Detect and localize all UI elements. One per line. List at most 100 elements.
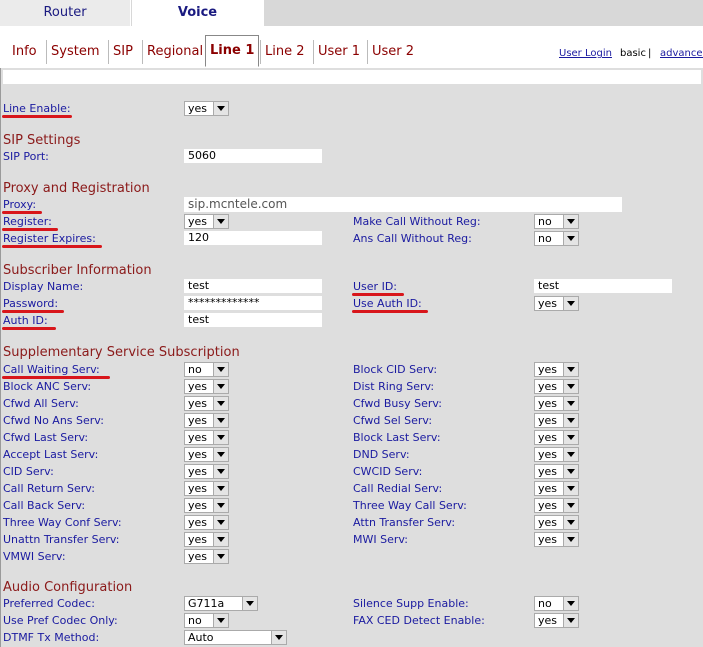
tab-user-2[interactable]: User 2: [367, 40, 418, 64]
dtmf-tx-method-select[interactable]: Auto: [184, 630, 287, 645]
supp-right-value: yes: [538, 414, 558, 427]
tab-line-1[interactable]: Line 1: [205, 35, 260, 67]
supp-right-select[interactable]: yes: [534, 532, 579, 547]
ans-call-without-reg-select[interactable]: no: [534, 231, 579, 246]
supp-left-select[interactable]: no: [184, 362, 229, 377]
annotation-underline: [352, 293, 404, 296]
tab-voice[interactable]: Voice: [132, 0, 264, 27]
supp-left-select[interactable]: yes: [184, 549, 229, 564]
supp-right-value: yes: [538, 380, 558, 393]
tab-line-2[interactable]: Line 2: [260, 40, 309, 64]
make-call-without-reg-label: Make Call Without Reg:: [353, 215, 481, 228]
supp-left-label: Cfwd Last Serv:: [3, 431, 89, 444]
tab-router[interactable]: Router: [0, 0, 131, 26]
dropdown-arrow-icon: [213, 102, 228, 115]
sip-port-input[interactable]: 5060: [184, 149, 322, 163]
register-expires-input[interactable]: 120: [184, 231, 322, 245]
use-auth-id-label: Use Auth ID:: [353, 297, 422, 310]
dropdown-arrow-icon: [563, 516, 578, 529]
dropdown-arrow-icon: [213, 550, 228, 563]
supp-left-select[interactable]: yes: [184, 481, 229, 496]
supp-right-select[interactable]: yes: [534, 396, 579, 411]
preferred-codec-label: Preferred Codec:: [3, 597, 95, 610]
supp-left-value: yes: [188, 397, 208, 410]
supp-right-label: Block CID Serv:: [353, 363, 438, 376]
supp-right-select[interactable]: yes: [534, 464, 579, 479]
supp-left-select[interactable]: yes: [184, 413, 229, 428]
supp-right-label: Attn Transfer Serv:: [353, 516, 456, 529]
silence-supp-select[interactable]: no: [534, 596, 579, 611]
sip-port-label: SIP Port:: [3, 150, 49, 163]
supp-left-select[interactable]: yes: [184, 447, 229, 462]
tab-system[interactable]: System: [46, 40, 103, 64]
dropdown-arrow-icon: [213, 448, 228, 461]
silence-supp-value: no: [538, 597, 552, 610]
supp-right-select[interactable]: yes: [534, 498, 579, 513]
panel-header-strip: [3, 70, 701, 84]
supp-right-select[interactable]: yes: [534, 362, 579, 377]
annotation-underline: [2, 327, 56, 330]
make-call-without-reg-select[interactable]: no: [534, 214, 579, 229]
make-call-without-reg-value: no: [538, 215, 552, 228]
supp-right-select[interactable]: yes: [534, 515, 579, 530]
supp-left-select[interactable]: yes: [184, 498, 229, 513]
supp-left-select[interactable]: yes: [184, 379, 229, 394]
password-input[interactable]: *************: [184, 296, 322, 310]
auth-id-input[interactable]: test: [184, 313, 322, 327]
dtmf-tx-method-label: DTMF Tx Method:: [3, 631, 100, 644]
supp-right-select[interactable]: yes: [534, 481, 579, 496]
supp-left-value: yes: [188, 380, 208, 393]
dropdown-arrow-icon: [213, 614, 228, 627]
dropdown-arrow-icon: [563, 414, 578, 427]
dropdown-arrow-icon: [563, 533, 578, 546]
supp-left-select[interactable]: yes: [184, 396, 229, 411]
supp-left-label: Cfwd No Ans Serv:: [3, 414, 104, 427]
dropdown-arrow-icon: [271, 631, 286, 644]
supp-left-select[interactable]: yes: [184, 430, 229, 445]
supp-right-label: Block Last Serv:: [353, 431, 441, 444]
supp-left-label: Call Waiting Serv:: [3, 363, 100, 376]
dropdown-arrow-icon: [563, 482, 578, 495]
supp-left-value: yes: [188, 448, 208, 461]
user-id-input[interactable]: test: [534, 279, 672, 293]
dropdown-arrow-icon: [563, 499, 578, 512]
tab-user-1[interactable]: User 1: [313, 40, 364, 64]
fax-ced-select[interactable]: yes: [534, 613, 579, 628]
dropdown-arrow-icon: [213, 499, 228, 512]
supp-left-select[interactable]: yes: [184, 532, 229, 547]
dropdown-arrow-icon: [563, 297, 578, 310]
tab-sip[interactable]: SIP: [108, 40, 137, 64]
user-login-link[interactable]: User Login: [559, 48, 612, 59]
supp-left-value: no: [188, 363, 202, 376]
supp-left-label: Call Back Serv:: [3, 499, 86, 512]
preferred-codec-select[interactable]: G711a: [184, 596, 258, 611]
supp-right-value: yes: [538, 499, 558, 512]
dropdown-arrow-icon: [563, 597, 578, 610]
supplementary-heading: Supplementary Service Subscription: [3, 345, 240, 360]
supp-right-select[interactable]: yes: [534, 447, 579, 462]
tab-info[interactable]: Info: [8, 40, 41, 64]
register-select[interactable]: yes: [184, 214, 229, 229]
supp-left-select[interactable]: yes: [184, 515, 229, 530]
display-name-input[interactable]: test: [184, 279, 322, 293]
line-enable-select[interactable]: yes: [184, 101, 229, 116]
supp-left-value: yes: [188, 414, 208, 427]
fax-ced-value: yes: [538, 614, 558, 627]
supp-right-select[interactable]: yes: [534, 430, 579, 445]
supp-right-select[interactable]: yes: [534, 379, 579, 394]
use-auth-id-select[interactable]: yes: [534, 296, 579, 311]
link-separator: |: [648, 48, 652, 59]
supp-right-value: yes: [538, 482, 558, 495]
use-pref-codec-select[interactable]: no: [184, 613, 229, 628]
proxy-input[interactable]: sip.mcntele.com: [184, 197, 622, 212]
top-tab-bar: Router Voice: [0, 0, 703, 27]
advanced-link[interactable]: advanced: [660, 48, 703, 59]
line-enable-value: yes: [188, 102, 208, 115]
tab-regional[interactable]: Regional: [142, 40, 207, 64]
supp-left-value: yes: [188, 516, 208, 529]
display-name-label: Display Name:: [3, 280, 84, 293]
basic-link[interactable]: basic: [620, 48, 646, 59]
register-expires-label: Register Expires:: [3, 232, 96, 245]
supp-left-select[interactable]: yes: [184, 464, 229, 479]
supp-right-select[interactable]: yes: [534, 413, 579, 428]
